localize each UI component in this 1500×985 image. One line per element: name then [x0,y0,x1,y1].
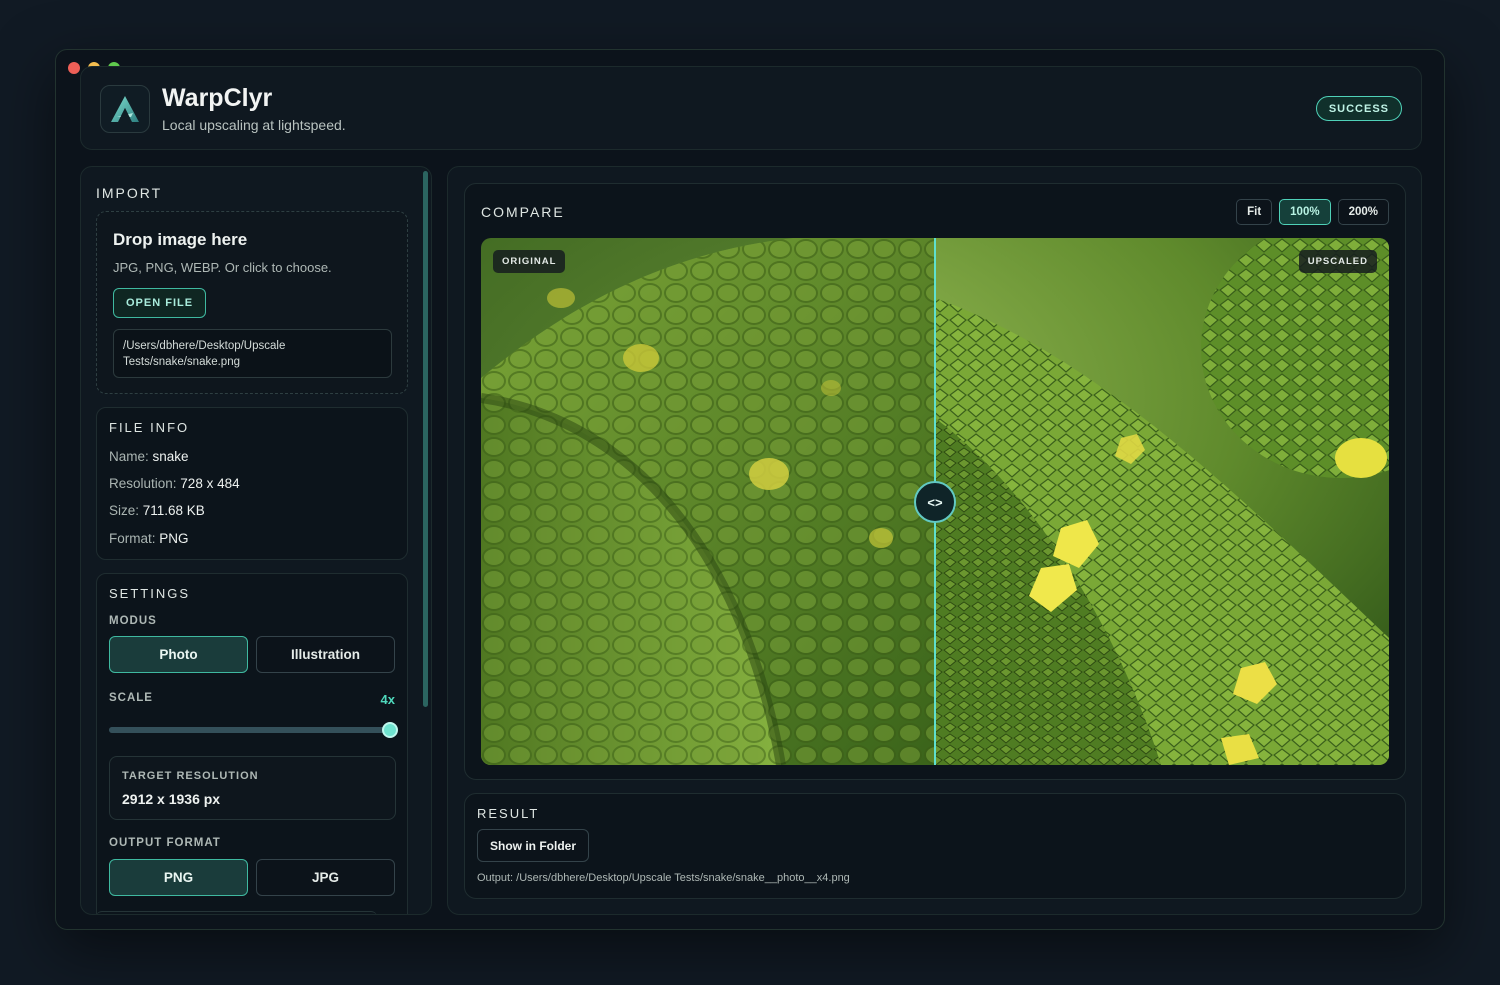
app-header: WarpClyr Local upscaling at lightspeed. … [80,66,1422,150]
drop-title: Drop image here [113,230,248,249]
file-resolution-row: Resolution: 728 x 484 [109,476,240,491]
image-dropzone[interactable]: Drop image here JPG, PNG, WEBP. Or click… [96,211,408,394]
warp-logo-icon [111,96,139,122]
target-resolution-label: TARGET RESOLUTION [122,770,259,782]
file-info-card: FILE INFO Name: snake Resolution: 728 x … [96,407,408,560]
compare-title: COMPARE [481,204,565,220]
scale-slider-fill [109,727,390,733]
sidebar-scrollbar[interactable] [423,171,428,707]
comparison-viewer[interactable]: ORIGINAL UPSCALED <> [481,238,1389,765]
original-badge: ORIGINAL [493,250,566,273]
format-png-button[interactable]: PNG [109,859,248,896]
close-window-button[interactable] [68,62,80,74]
main-panel: COMPARE Fit 100% 200% ORIGINAL UPSCALED … [447,166,1422,915]
app-logo [100,85,150,133]
status-badge: SUCCESS [1315,96,1402,121]
file-path-field[interactable]: /Users/dbhere/Desktop/Upscale Tests/snak… [113,329,392,378]
compare-card: COMPARE Fit 100% 200% ORIGINAL UPSCALED … [464,183,1406,780]
settings-title: SETTINGS [109,586,191,601]
modus-label: MODUS [109,615,157,627]
drop-subtitle: JPG, PNG, WEBP. Or click to choose. [113,260,332,275]
zoom-100-button[interactable]: 100% [1279,199,1331,225]
open-file-button[interactable]: OPEN FILE [113,288,207,318]
file-format-row: Format: PNG [109,531,189,546]
result-title: RESULT [477,806,540,821]
file-name-row: Name: snake [109,449,189,464]
modus-illustration-button[interactable]: Illustration [256,636,395,673]
file-size-row: Size: 711.68 KB [109,503,205,518]
import-section-title: IMPORT [96,185,163,201]
app-window: WarpClyr Local upscaling at lightspeed. … [55,49,1445,930]
settings-card: SETTINGS MODUS Photo Illustration SCALE … [96,573,408,914]
scale-slider[interactable] [109,722,398,738]
zoom-controls: Fit 100% 200% [1236,199,1389,225]
result-card: RESULT Show in Folder Output: /Users/dbh… [464,793,1406,899]
target-resolution-box: TARGET RESOLUTION 2912 x 1936 px [109,756,396,820]
next-card-edge [96,911,377,914]
format-jpg-button[interactable]: JPG [256,859,395,896]
file-info-title: FILE INFO [109,420,190,435]
output-format-label: OUTPUT FORMAT [109,837,221,849]
zoom-200-button[interactable]: 200% [1337,199,1389,225]
scale-slider-handle[interactable] [382,722,398,738]
compare-divider-handle[interactable]: <> [914,481,956,523]
scale-label: SCALE [109,692,153,704]
output-path-text: Output: /Users/dbhere/Desktop/Upscale Te… [477,872,850,884]
zoom-fit-button[interactable]: Fit [1236,199,1273,225]
sidebar-panel: IMPORT Drop image here JPG, PNG, WEBP. O… [80,166,432,915]
show-in-folder-button[interactable]: Show in Folder [477,829,589,862]
scale-value: 4x [380,692,395,707]
upscaled-badge: UPSCALED [1298,250,1377,273]
app-title: WarpClyr [162,84,273,112]
app-subtitle: Local upscaling at lightspeed. [162,117,346,133]
modus-photo-button[interactable]: Photo [109,636,248,673]
target-resolution-value: 2912 x 1936 px [122,791,221,807]
